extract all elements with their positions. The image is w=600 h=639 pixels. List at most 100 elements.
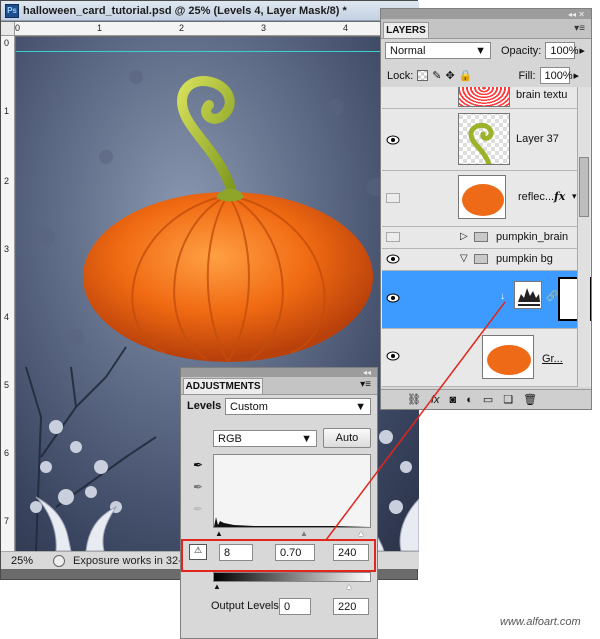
status-message: Exposure works in 32-b	[73, 554, 188, 567]
layer-name: reflec...	[518, 191, 555, 203]
layers-panel: ◂◂ ✕ LAYERS ▾≡ Normal ▼ Opacity: 100% ▸ …	[380, 8, 592, 410]
adjustments-panel: ◂◂ ADJUSTMENTS ▾≡ Levels Custom ▼ RGB ▼ …	[180, 367, 378, 639]
horizontal-ruler[interactable]: 0 1 2 3 4 5	[15, 22, 419, 36]
output-black-field[interactable]: 0	[279, 598, 311, 615]
black-point-handle[interactable]: ▲	[215, 529, 223, 538]
histogram	[213, 454, 371, 528]
expand-effects-icon[interactable]: ▾	[572, 191, 577, 202]
preset-select[interactable]: Custom ▼	[225, 398, 371, 415]
ruler-v-label: 2	[4, 176, 10, 186]
trash-icon[interactable]: 🗑	[523, 393, 537, 406]
adjustment-type-label: Levels	[187, 400, 222, 412]
visibility-toggle-off[interactable]	[386, 193, 400, 203]
input-levels-slider[interactable]: ▲ ▲ ▲	[213, 529, 371, 538]
channel-select[interactable]: RGB ▼	[213, 430, 317, 447]
layer-row-selected[interactable]: ↓ 🔗	[382, 271, 591, 329]
new-layer-icon[interactable]: ❏	[503, 393, 513, 406]
tab-adjustments[interactable]: ADJUSTMENTS	[183, 378, 263, 394]
ruler-v-label: 6	[4, 448, 10, 458]
midtone-handle[interactable]: ▲	[300, 529, 308, 538]
watermark: www.alfoart.com	[500, 616, 581, 628]
fx-add-icon[interactable]: fx	[431, 394, 440, 406]
link-layers-icon[interactable]: ⛓	[407, 393, 421, 406]
photoshop-icon: Ps	[5, 3, 19, 18]
panel-collapse-bar[interactable]	[181, 368, 377, 377]
blend-mode-value: Normal	[390, 44, 426, 57]
panel-menu-icon[interactable]: ▾≡	[574, 23, 585, 34]
expand-arrow-icon[interactable]: ▷	[460, 231, 468, 242]
document-title-bar[interactable]: Ps halloween_card_tutorial.psd @ 25% (Le…	[1, 1, 419, 21]
gray-eyedropper-icon[interactable]: ✒	[193, 480, 203, 494]
tab-layers[interactable]: LAYERS	[383, 22, 429, 38]
fill-arrow-icon[interactable]: ▸	[574, 69, 580, 82]
preset-value: Custom	[230, 400, 268, 413]
document-title: halloween_card_tutorial.psd @ 25% (Level…	[23, 4, 347, 17]
channel-value: RGB	[218, 432, 242, 445]
chevron-down-icon: ▼	[355, 400, 366, 413]
auto-button[interactable]: Auto	[323, 428, 371, 448]
output-white-handle[interactable]: ▲	[345, 582, 353, 591]
layer-thumbnail	[458, 113, 510, 165]
white-eyedropper-icon[interactable]: ✒	[193, 502, 203, 516]
scrollbar-thumb[interactable]	[579, 157, 589, 217]
opacity-input[interactable]: 100%	[545, 42, 579, 59]
layer-group-row[interactable]: ▷ pumpkin_brain	[382, 227, 590, 249]
panel-menu-icon[interactable]: ▾≡	[360, 379, 371, 390]
ruler-v-label: 4	[4, 312, 10, 322]
highlight-box	[181, 539, 376, 572]
levels-adjustment-icon	[514, 281, 542, 309]
layer-row[interactable]: Layer 37	[382, 109, 590, 171]
add-mask-icon[interactable]: ◙	[450, 394, 457, 406]
chevron-down-icon: ▼	[475, 44, 486, 57]
layer-row[interactable]: reflec... fx ▾	[382, 171, 590, 227]
lock-transparency-icon[interactable]	[417, 70, 429, 81]
layer-name: brain textu	[516, 89, 568, 101]
fill-input[interactable]: 100%	[539, 67, 573, 84]
layer-list: brain textu Layer 37 reflec... fx ▾ ▷ pu…	[381, 87, 591, 387]
ruler-v-label: 7	[4, 516, 10, 526]
output-white-field[interactable]: 220	[333, 598, 369, 615]
lock-all-icon[interactable]: 🔒	[459, 69, 473, 82]
layer-row[interactable]: Gr...	[382, 329, 590, 387]
status-info-icon[interactable]	[53, 554, 65, 567]
layer-thumbnail	[458, 175, 506, 219]
ruler-h-label: 3	[261, 23, 267, 33]
fx-icon[interactable]: fx	[554, 190, 565, 203]
collapse-icon[interactable]: ◂◂ ✕	[568, 10, 585, 19]
layer-name: pumpkin_brain	[496, 231, 569, 243]
collapse-icon[interactable]: ◂◂	[363, 368, 371, 377]
ruler-h-label: 1	[97, 23, 103, 33]
lock-paint-icon[interactable]: ✎	[432, 69, 441, 82]
new-adjustment-icon[interactable]: ◐	[466, 394, 473, 406]
eye-icon[interactable]	[386, 293, 400, 303]
eye-icon[interactable]	[386, 254, 400, 264]
layer-row[interactable]: brain textu	[382, 87, 590, 109]
ruler-h-label: 2	[179, 23, 185, 33]
collapse-arrow-icon[interactable]: ▽	[460, 253, 468, 264]
black-eyedropper-icon[interactable]: ✒	[193, 458, 203, 472]
eye-icon[interactable]	[386, 351, 400, 361]
output-black-handle[interactable]: ▲	[213, 582, 221, 591]
lock-position-icon[interactable]: ✥	[446, 69, 455, 82]
guide-line	[16, 51, 419, 52]
layer-thumbnail	[458, 87, 510, 107]
eye-icon[interactable]	[386, 135, 400, 145]
zoom-level[interactable]: 25%	[11, 555, 45, 567]
ruler-v-label: 3	[4, 244, 10, 254]
white-point-handle[interactable]: ▲	[357, 529, 365, 538]
layer-group-row[interactable]: ▽ pumpkin bg	[382, 249, 590, 271]
ruler-origin[interactable]	[1, 22, 15, 36]
visibility-toggle-off[interactable]	[386, 232, 400, 242]
new-group-icon[interactable]: ▭	[483, 393, 493, 406]
opacity-label: Opacity:	[501, 44, 542, 57]
opacity-arrow-icon[interactable]: ▸	[579, 44, 585, 57]
layers-scrollbar[interactable]	[577, 87, 590, 387]
layer-name: Layer 37	[516, 133, 559, 145]
vertical-ruler[interactable]: 0 1 2 3 4 5 6 7	[1, 36, 15, 551]
blend-mode-select[interactable]: Normal ▼	[385, 42, 491, 59]
panel-collapse-bar[interactable]: ◂◂ ✕	[381, 9, 591, 19]
mask-link-icon[interactable]: 🔗	[546, 291, 558, 302]
output-levels-slider[interactable]: ▲ ▲	[213, 582, 371, 591]
layer-name: pumpkin bg	[496, 253, 553, 265]
folder-icon	[474, 232, 488, 242]
